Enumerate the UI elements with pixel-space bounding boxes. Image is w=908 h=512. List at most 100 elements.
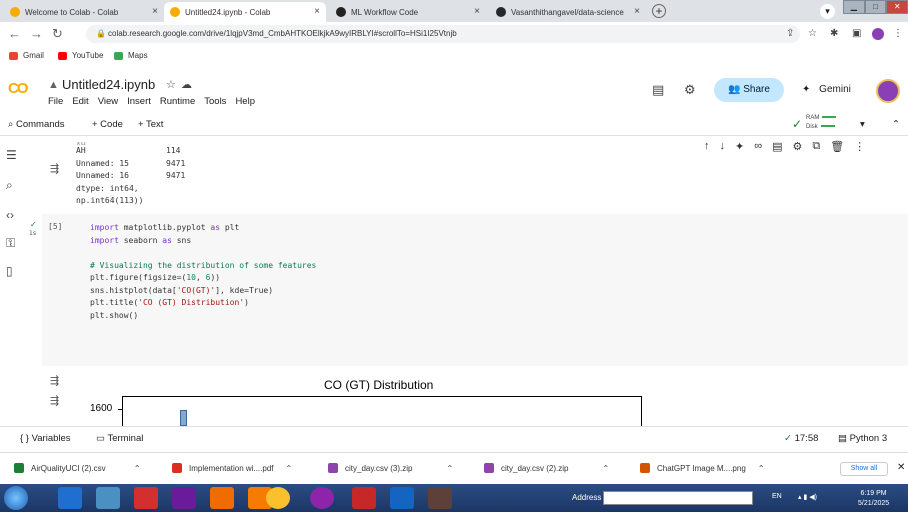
chrome-icon[interactable] [266, 487, 290, 509]
move-up-icon[interactable]: ↑ [704, 140, 710, 153]
chevron-up-icon[interactable]: ⌃ [285, 464, 292, 473]
share-button[interactable]: 👥 Share [714, 78, 784, 102]
extensions-icon[interactable]: ✱ [830, 28, 838, 39]
close-icon[interactable]: × [152, 6, 158, 17]
mirror-cell-icon[interactable]: ⧉ [812, 140, 820, 153]
bookmark-youtube[interactable]: YouTube [58, 51, 103, 60]
taskbar-address-input[interactable] [603, 491, 753, 505]
bookmark-star-icon[interactable]: ☆ [808, 28, 817, 39]
add-icon[interactable]: ✦ [735, 140, 744, 153]
forward-arrow-icon[interactable]: → [30, 26, 43, 41]
key-icon[interactable]: ⚿ [6, 236, 15, 251]
start-button[interactable] [4, 486, 28, 510]
taskbar-clock[interactable]: 6:19 PM 5/21/2025 [858, 489, 889, 509]
new-tab-button[interactable]: + [652, 4, 666, 18]
media-player-icon[interactable] [96, 487, 120, 509]
kebab-menu-icon[interactable]: ⋮ [854, 140, 865, 153]
app-icon[interactable] [352, 487, 376, 509]
terminal-button[interactable]: ▭ Terminal [96, 433, 143, 444]
menu-insert[interactable]: Insert [127, 96, 151, 107]
tab-ml-workflow-code[interactable]: ML Workflow Code × [330, 2, 486, 22]
ram-disk-indicator[interactable]: RAM Disk [806, 114, 837, 132]
code-token: matplotlib.pyplot [118, 223, 211, 232]
chevron-up-icon[interactable]: ⌃ [134, 464, 141, 473]
close-icon[interactable]: × [634, 6, 640, 17]
download-item[interactable]: Implementation wi....pdf ⌃ [172, 463, 292, 473]
app-icon[interactable] [428, 487, 452, 509]
menu-edit[interactable]: Edit [72, 96, 88, 107]
profile-avatar[interactable] [872, 28, 884, 40]
tab-welcome-to-colab[interactable]: Welcome to Colab - Colab × [4, 2, 164, 22]
comment-icon[interactable]: ▤ [652, 82, 664, 98]
output-menu-icon[interactable]: ⇶ [50, 374, 59, 387]
menu-view[interactable]: View [98, 96, 118, 107]
menu-help[interactable]: Help [235, 96, 255, 107]
output-menu-icon[interactable]: ⇶ [50, 162, 59, 175]
code-snippets-icon[interactable]: ‹› [6, 208, 14, 222]
share-page-icon[interactable]: ⇪ [786, 28, 794, 39]
download-item[interactable]: city_day.csv (2).zip ⌃ [484, 463, 609, 473]
bookmark-gmail[interactable]: Gmail [9, 51, 44, 60]
word-icon[interactable] [390, 487, 414, 509]
menu-file[interactable]: File [48, 96, 63, 107]
menu-runtime[interactable]: Runtime [160, 96, 195, 107]
reload-icon[interactable]: ↻ [52, 26, 63, 42]
add-code-button[interactable]: + Code [92, 119, 123, 130]
close-icon[interactable]: × [314, 6, 320, 17]
app-icon[interactable] [172, 487, 196, 509]
opera-icon[interactable] [134, 487, 158, 509]
variables-button[interactable]: { } Variables [20, 433, 71, 444]
gear-icon[interactable]: ⚙ [684, 82, 696, 98]
add-text-button[interactable]: + Text [138, 119, 163, 130]
runtime-dropdown-icon[interactable]: ▾ [860, 119, 865, 130]
system-tray-icons[interactable]: ▴ ▮ ◀) [798, 493, 817, 501]
runtime-indicator[interactable]: ▤ Python 3 [838, 433, 887, 444]
bookmark-maps[interactable]: Maps [114, 51, 148, 60]
gear-icon[interactable]: ⚙ [792, 140, 802, 153]
notebook-title[interactable]: Untitled24.ipynb [62, 77, 155, 92]
ie-icon[interactable] [58, 487, 82, 509]
gemini-button[interactable]: ✦ Gemini [802, 84, 851, 95]
toc-icon[interactable]: ☰ [6, 148, 17, 162]
back-arrow-icon[interactable]: ← [8, 26, 21, 41]
chevron-up-icon[interactable]: ⌃ [602, 464, 609, 473]
minimize-button[interactable]: ▁ [843, 0, 865, 14]
sidepanel-icon[interactable]: ▣ [852, 28, 861, 39]
download-item[interactable]: AirQualityUCI (2).csv ⌃ [14, 463, 140, 473]
tab-github[interactable]: Vasanthithangavel/data-science × [490, 2, 646, 22]
close-icon[interactable]: × [474, 6, 480, 17]
app-icon[interactable] [310, 487, 334, 509]
cloud-icon[interactable]: ☁ [181, 78, 192, 91]
chevron-up-icon[interactable]: ⌃ [758, 464, 765, 473]
language-indicator[interactable]: EN [772, 493, 782, 500]
output-toggle-icon[interactable]: ⇶ [50, 394, 59, 407]
commands-button[interactable]: ⌕ Commands [8, 119, 65, 130]
trash-icon[interactable]: 🗑 [830, 140, 844, 153]
avatar[interactable] [876, 79, 900, 103]
collapse-icon[interactable]: ⌃ [892, 119, 900, 130]
url-input[interactable]: 🔒 colab.research.google.com/drive/1lqjpV… [86, 25, 800, 43]
maximize-button[interactable]: □ [864, 0, 887, 14]
move-down-icon[interactable]: ↓ [720, 140, 726, 153]
star-icon[interactable]: ☆ [166, 78, 176, 91]
colab-logo[interactable]: CO [8, 80, 28, 97]
folder-icon[interactable]: ▯ [6, 264, 13, 278]
code-editor[interactable]: import matplotlib.pyplot as plt import s… [90, 222, 316, 322]
kebab-menu-icon[interactable]: ⋮ [893, 28, 903, 39]
comment-icon[interactable]: ▤ [772, 140, 782, 153]
code-cell[interactable]: import matplotlib.pyplot as plt import s… [42, 214, 908, 366]
download-item[interactable]: city_day.csv (3).zip ⌃ [328, 463, 453, 473]
paint-icon[interactable] [210, 487, 234, 509]
chevron-up-icon[interactable]: ⌃ [446, 464, 453, 473]
tab-untitled24[interactable]: Untitled24.ipynb - Colab × [164, 2, 326, 22]
window-close-button[interactable]: ✕ [886, 0, 908, 14]
show-all-button[interactable]: Show all [840, 462, 888, 476]
link-icon[interactable]: ∞ [754, 140, 762, 153]
close-icon[interactable]: ✕ [897, 462, 905, 473]
chevron-down-icon[interactable]: ▾ [820, 4, 835, 19]
menu-tools[interactable]: Tools [204, 96, 226, 107]
execution-status[interactable]: ✓ 17:58 [784, 433, 818, 444]
zip-file-icon [484, 463, 494, 473]
find-icon[interactable]: ⌕ [6, 178, 13, 193]
download-item[interactable]: ChatGPT Image M....png ⌃ [640, 463, 764, 473]
